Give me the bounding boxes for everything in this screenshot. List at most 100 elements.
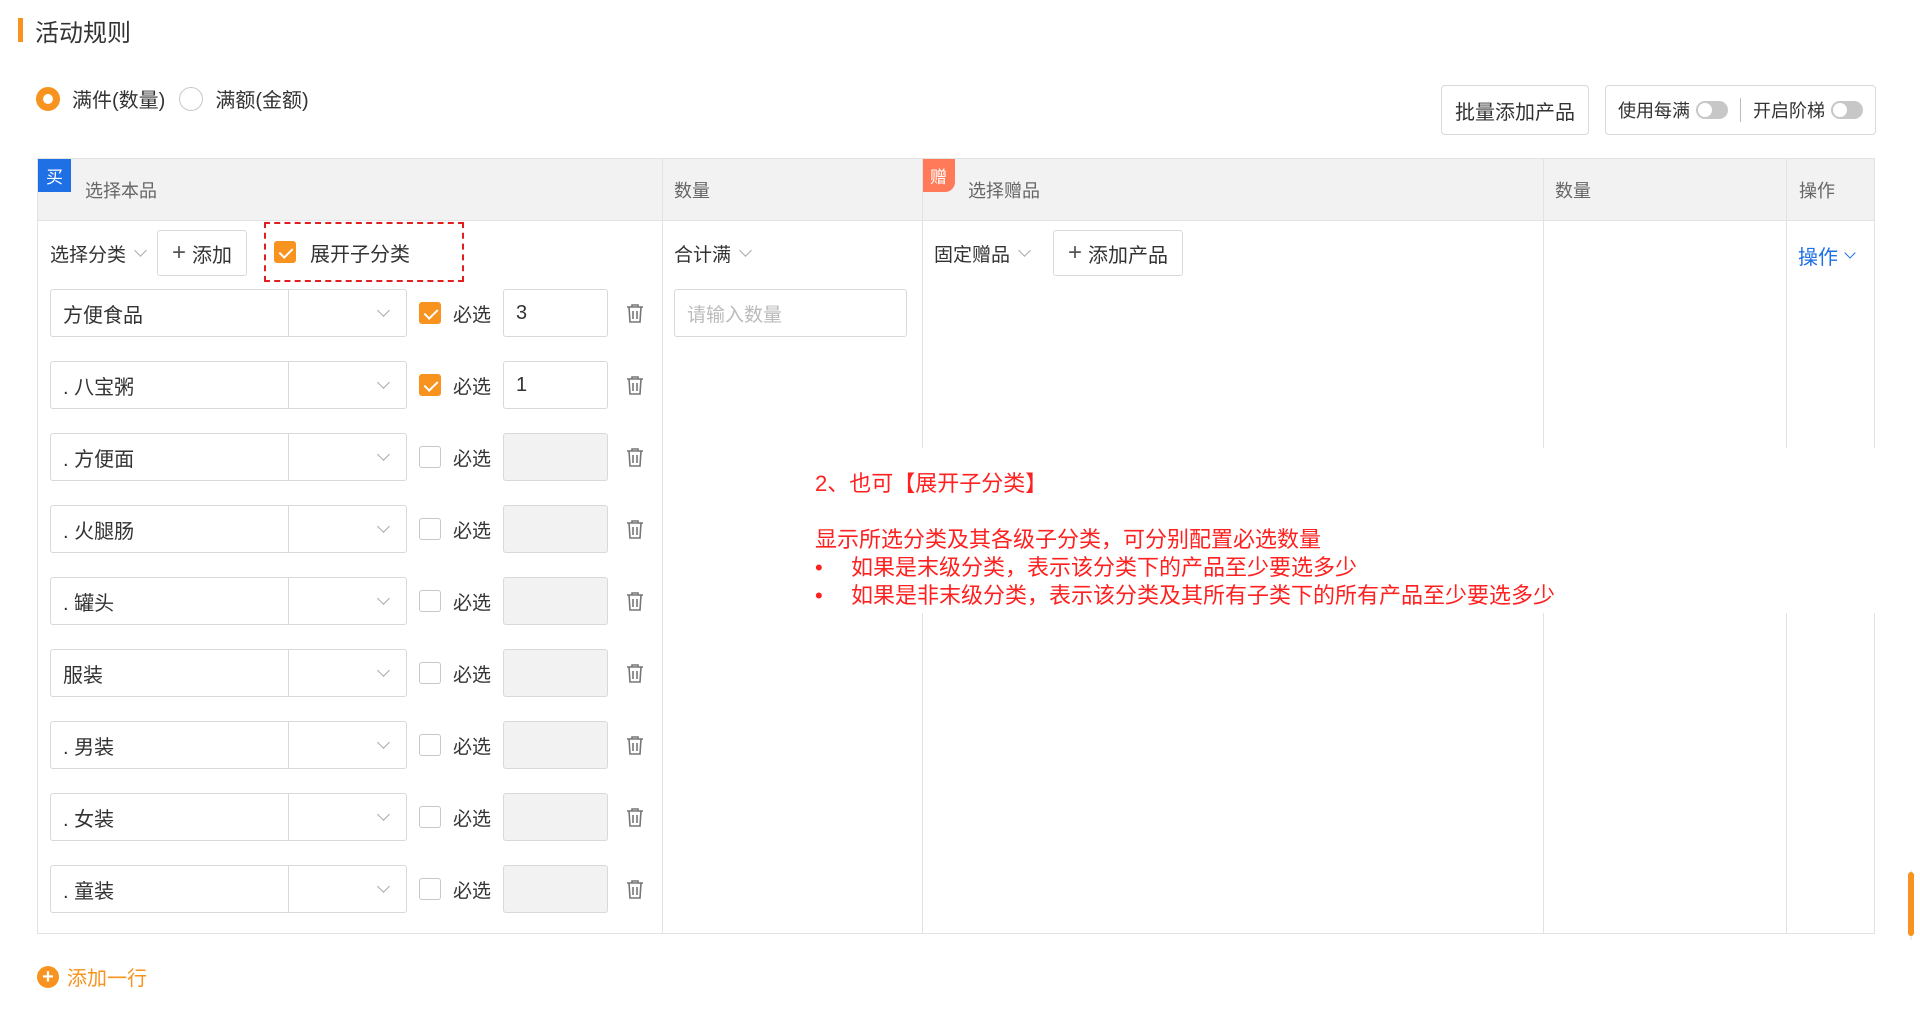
required-option[interactable]: 必选 [419, 372, 491, 399]
add-product-label: 添加产品 [1088, 244, 1169, 267]
subcategory-select[interactable] [289, 578, 406, 624]
chevron-down-icon [377, 591, 390, 605]
category-select[interactable]: . 男装 [50, 721, 407, 769]
total-qty-input[interactable]: 请输入数量 [674, 289, 907, 337]
section-title: 活动规则 [18, 14, 131, 47]
subcategory-select[interactable] [289, 866, 406, 912]
trash-icon[interactable] [626, 807, 644, 828]
chevron-down-icon [377, 879, 390, 893]
category-select[interactable]: . 罐头 [50, 577, 407, 625]
required-qty-input[interactable] [503, 721, 609, 769]
required-option[interactable]: 必选 [419, 444, 491, 471]
trash-icon[interactable] [626, 735, 644, 756]
checkbox-icon[interactable] [419, 806, 441, 828]
check-icon[interactable] [274, 241, 296, 263]
mode-radio-amount[interactable]: 满额(金额) [179, 84, 309, 113]
section-title-bar [18, 18, 23, 42]
batch-add-products-button[interactable]: 批量添加产品 [1441, 85, 1589, 135]
required-option[interactable]: 必选 [419, 876, 491, 903]
select-category-dropdown[interactable]: 选择分类 [50, 240, 147, 267]
category-select[interactable]: . 火腿肠 [50, 505, 407, 553]
mode-radio-quantity[interactable]: 满件(数量) [36, 84, 165, 113]
required-label: 必选 [453, 304, 492, 326]
fixed-gift-dropdown[interactable]: 固定赠品 [934, 240, 1031, 267]
required-qty-input[interactable]: 1 [503, 361, 609, 409]
chevron-down-icon [377, 375, 390, 389]
category-name: . 女装 [51, 794, 289, 840]
required-qty-input[interactable] [503, 649, 609, 697]
category-name: 服装 [51, 650, 289, 696]
subcategory-select[interactable] [289, 794, 406, 840]
header-select-product: 选择本品 [85, 181, 157, 201]
note-title: 2、也可【展开子分类】 [815, 471, 1048, 496]
check-icon[interactable] [419, 374, 441, 396]
trash-icon[interactable] [626, 879, 644, 900]
per-full-toggle: 使用每满 [1618, 97, 1728, 123]
subcategory-select[interactable] [289, 434, 406, 480]
subcategory-select[interactable] [289, 290, 406, 336]
category-select[interactable]: . 方便面 [50, 433, 407, 481]
scrollbar-thumb[interactable] [1908, 872, 1914, 936]
required-label: 必选 [453, 376, 492, 398]
checkbox-icon[interactable] [419, 446, 441, 468]
subcategory-select[interactable] [289, 362, 406, 408]
category-select[interactable]: . 童装 [50, 865, 407, 913]
trash-icon[interactable] [626, 375, 644, 396]
required-option[interactable]: 必选 [419, 732, 491, 759]
note-bullet: • 如果是末级分类，表示该分类下的产品至少要选多少 [815, 554, 1920, 582]
required-qty-input[interactable] [503, 865, 609, 913]
required-label: 必选 [453, 880, 492, 902]
trash-icon[interactable] [626, 303, 644, 324]
operation-dropdown[interactable]: 操作 [1798, 241, 1856, 270]
category-row: 服装 必选 [50, 649, 644, 697]
note-bullet-text: 如果是末级分类，表示该分类下的产品至少要选多少 [851, 555, 1358, 580]
expand-subcategory-label: 展开子分类 [310, 243, 410, 266]
annotation-note: 2、也可【展开子分类】 显示所选分类及其各级子分类，可分别配置必选数量 • 如果… [803, 448, 1920, 613]
required-option[interactable]: 必选 [419, 660, 491, 687]
total-full-dropdown[interactable]: 合计满 [674, 229, 752, 277]
category-select[interactable]: 方便食品 [50, 289, 407, 337]
trash-icon[interactable] [626, 519, 644, 540]
checkbox-icon[interactable] [419, 662, 441, 684]
chevron-down-icon [1844, 246, 1856, 259]
per-full-switch-icon[interactable] [1696, 101, 1728, 119]
category-select[interactable]: 服装 [50, 649, 407, 697]
note-bullet-text: 如果是非末级分类，表示该分类及其所有子类下的所有产品至少要选多少 [851, 583, 1556, 608]
plus-circle-icon: + [37, 965, 59, 988]
expand-subcategory-option[interactable]: 展开子分类 [264, 222, 464, 282]
add-row-button[interactable]: + 添加一行 [37, 962, 147, 991]
table-header: 选择本品 数量 选择赠品 数量 操作 [38, 159, 1874, 221]
checkbox-icon[interactable] [419, 590, 441, 612]
required-option[interactable]: 必选 [419, 588, 491, 615]
subcategory-select[interactable] [289, 506, 406, 552]
toggle-divider [1740, 98, 1741, 122]
required-qty-input[interactable] [503, 433, 609, 481]
checkbox-icon[interactable] [419, 518, 441, 540]
checkbox-icon[interactable] [419, 734, 441, 756]
subcategory-select[interactable] [289, 722, 406, 768]
required-option[interactable]: 必选 [419, 300, 491, 327]
trash-icon[interactable] [626, 663, 644, 684]
tier-toggle: 开启阶梯 [1753, 97, 1863, 123]
required-qty-input[interactable] [503, 505, 609, 553]
fixed-gift-label: 固定赠品 [934, 244, 1011, 266]
category-select[interactable]: . 八宝粥 [50, 361, 407, 409]
required-option[interactable]: 必选 [419, 804, 491, 831]
checkbox-icon[interactable] [419, 878, 441, 900]
toggle-group: 使用每满 开启阶梯 [1605, 85, 1876, 135]
trash-icon[interactable] [626, 447, 644, 468]
subcategory-select[interactable] [289, 650, 406, 696]
trash-icon[interactable] [626, 591, 644, 612]
required-qty-input[interactable] [503, 577, 609, 625]
required-qty-input[interactable] [503, 793, 609, 841]
check-icon[interactable] [419, 302, 441, 324]
plus-icon: + [1068, 239, 1083, 266]
tier-switch-icon[interactable] [1831, 101, 1863, 119]
required-qty-input[interactable]: 3 [503, 289, 609, 337]
add-product-button[interactable]: + 添加产品 [1053, 230, 1184, 276]
category-row: 方便食品 必选 3 [50, 289, 644, 337]
mode-radio-quantity-label: 满件(数量) [72, 90, 166, 112]
required-option[interactable]: 必选 [419, 516, 491, 543]
category-select[interactable]: . 女装 [50, 793, 407, 841]
add-category-button[interactable]: + 添加 [157, 230, 248, 276]
